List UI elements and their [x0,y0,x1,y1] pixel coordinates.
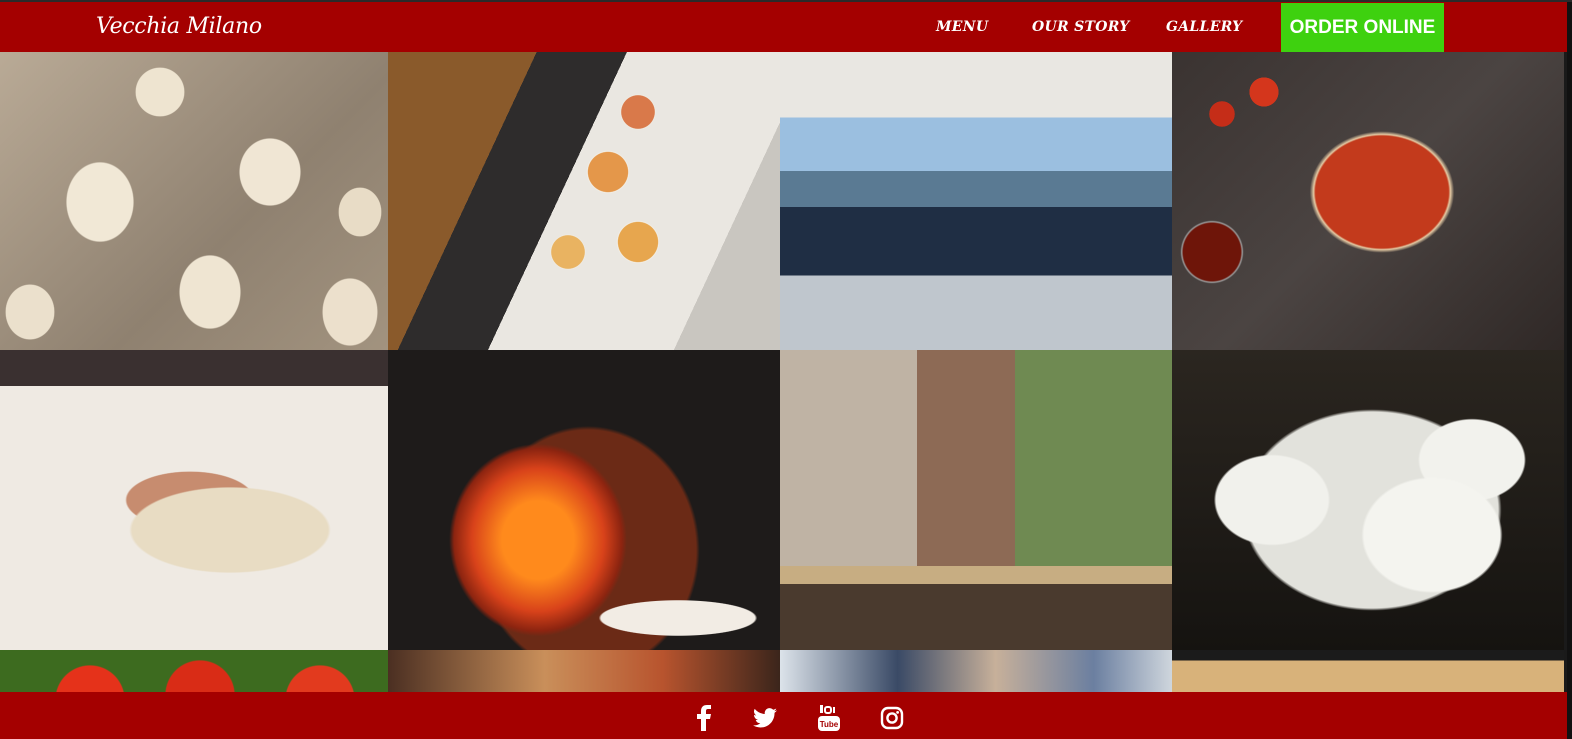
nav-gallery-link[interactable]: GALLERY [1166,19,1242,35]
facebook-icon[interactable] [690,704,718,732]
kneading-dough-photo [0,350,388,650]
dough-balls-photo [0,52,388,350]
brand-logo[interactable]: Vecchia Milano [96,14,262,39]
footer: Tube [0,692,1567,739]
tomatoes-photo [0,650,388,692]
crowd-photo [780,650,1172,692]
wood-fired-oven-photo [388,350,780,650]
terrace-dining-photo [780,52,1172,350]
twitter-icon[interactable] [751,704,779,732]
pizza-close-up-photo [1172,650,1564,692]
nav-menu-link[interactable]: MENU [936,19,988,35]
friends-dining-photo [780,350,1172,650]
navbar: Vecchia Milano MENU OUR STORY GALLERY OR… [0,2,1567,52]
photo-gallery [0,52,1564,692]
pizza-kitchen-photo [388,52,780,350]
tomato-sauce-pizza-photo [1172,52,1564,350]
pizza-photo [388,650,780,692]
mozzarella-photo [1172,350,1564,650]
youtube-icon[interactable]: Tube [815,704,843,732]
svg-text:Tube: Tube [820,720,839,729]
nav-our-story-link[interactable]: OUR STORY [1032,19,1130,35]
instagram-icon[interactable] [878,704,906,732]
scrollbar[interactable] [1567,2,1572,739]
order-online-button[interactable]: ORDER ONLINE [1281,3,1444,52]
